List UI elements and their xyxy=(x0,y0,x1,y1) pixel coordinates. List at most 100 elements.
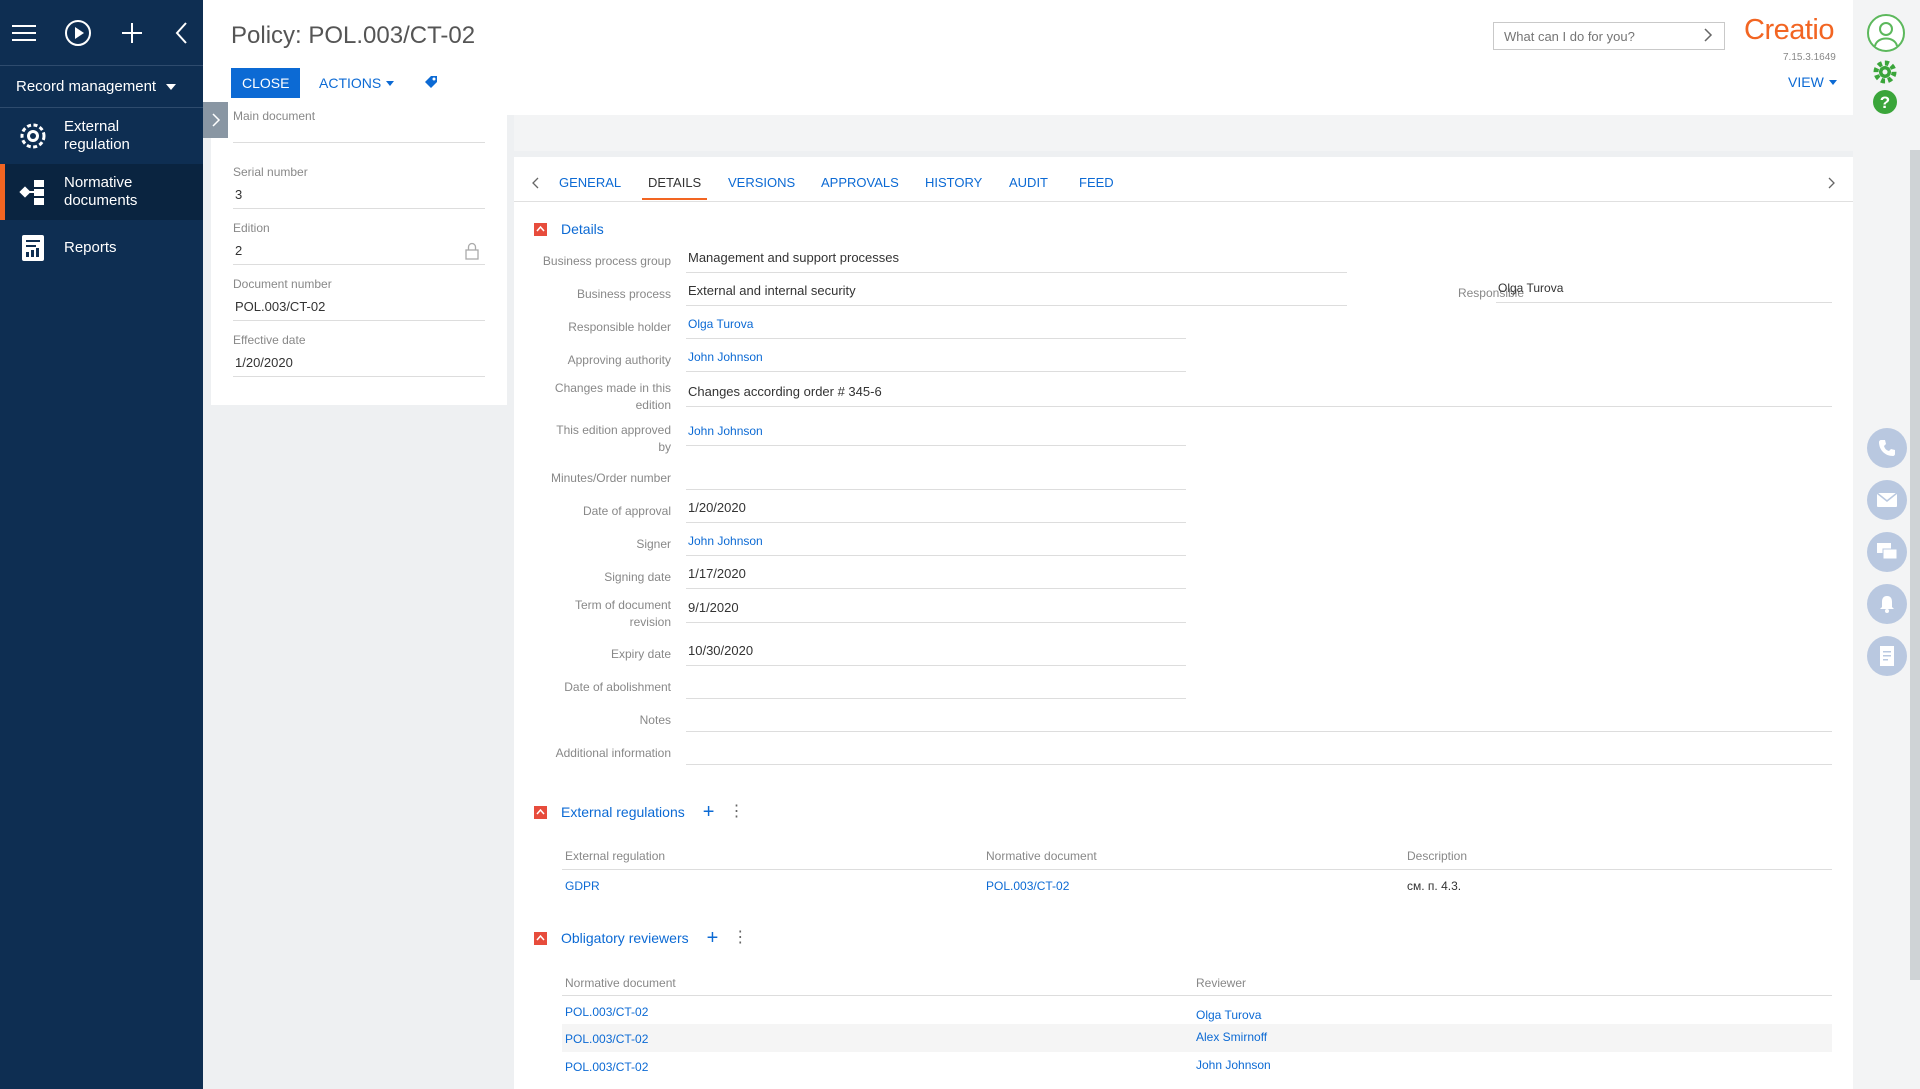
abolishment-label: Date of abolishment xyxy=(564,680,671,694)
bp-group-field[interactable]: Management and support processes xyxy=(686,247,1347,273)
chevron-left-icon[interactable] xyxy=(532,177,540,192)
grid-cell-document[interactable]: POL.003/CT-02 xyxy=(565,1060,648,1074)
chevron-right-icon[interactable] xyxy=(1827,177,1835,192)
holder-field[interactable]: Olga Turova xyxy=(686,313,1186,339)
tab-history[interactable]: HISTORY xyxy=(925,175,982,190)
feed-document-icon[interactable] xyxy=(1867,636,1907,676)
page-title: Policy: POL.003/CT-02 xyxy=(231,22,476,49)
search-input[interactable] xyxy=(1493,22,1725,50)
signing-date-field[interactable]: 1/17/2020 xyxy=(686,563,1186,589)
tab-feed[interactable]: FEED xyxy=(1079,175,1114,190)
more-options-icon[interactable]: ⋮ xyxy=(732,930,748,946)
actions-label: ACTIONS xyxy=(319,75,382,91)
add-icon[interactable]: + xyxy=(703,802,715,822)
nav-item-external-regulation[interactable]: External regulation xyxy=(0,108,203,164)
column-header[interactable]: Description xyxy=(1407,849,1467,863)
notes-field[interactable] xyxy=(686,706,1832,732)
main-document-field[interactable] xyxy=(233,119,485,143)
grid-cell-regulation[interactable]: GDPR xyxy=(565,879,600,893)
collapse-toggle-icon[interactable] xyxy=(534,931,547,945)
revision-label: Term of document revision xyxy=(574,598,671,629)
tab-versions[interactable]: VERSIONS xyxy=(728,175,795,190)
changes-label: Changes made in this edition xyxy=(554,381,671,412)
serial-number-field[interactable]: 3 xyxy=(233,185,485,209)
revision-field[interactable]: 9/1/2020 xyxy=(686,597,1186,623)
run-process-icon[interactable] xyxy=(64,19,92,47)
grid-cell-document[interactable]: POL.003/CT-02 xyxy=(986,879,1069,893)
signer-field[interactable]: John Johnson xyxy=(686,530,1186,556)
grid-cell-document[interactable]: POL.003/CT-02 xyxy=(565,1005,648,1019)
more-options-icon[interactable]: ⋮ xyxy=(728,804,744,820)
additional-info-field[interactable] xyxy=(686,739,1832,765)
holder-label: Responsible holder xyxy=(568,320,671,334)
approval-date-field[interactable]: 1/20/2020 xyxy=(686,497,1186,523)
lock-icon xyxy=(464,242,480,263)
add-icon[interactable] xyxy=(120,19,144,47)
divider xyxy=(562,995,1832,996)
hamburger-menu-icon[interactable] xyxy=(12,19,36,47)
responsible-field[interactable]: Olga Turova xyxy=(1496,277,1832,303)
chevron-down-icon xyxy=(386,80,395,86)
abolishment-field[interactable] xyxy=(686,673,1186,699)
left-navigation: Record management External regulation Nor… xyxy=(0,0,203,1089)
document-number-field[interactable]: POL.003/CT-02 xyxy=(233,297,485,321)
minutes-field[interactable] xyxy=(686,464,1186,490)
tab-general[interactable]: GENERAL xyxy=(559,175,621,190)
chat-icon[interactable] xyxy=(1867,532,1907,572)
settings-gear-icon[interactable] xyxy=(1871,58,1899,89)
tab-audit[interactable]: AUDIT xyxy=(1009,175,1048,190)
ext-regs-section-header: External regulations + ⋮ xyxy=(534,802,744,822)
page-header: Policy: POL.003/CT-02 CLOSE ACTIONS Crea… xyxy=(203,0,1853,115)
workplace-label: Record management xyxy=(16,78,157,95)
collapse-toggle-icon[interactable] xyxy=(534,222,547,236)
add-icon[interactable]: + xyxy=(707,928,719,948)
column-header[interactable]: Normative document xyxy=(565,976,676,990)
effective-date-label: Effective date xyxy=(233,333,306,347)
collapse-menu-icon[interactable] xyxy=(172,19,191,47)
gear-shield-icon xyxy=(18,121,48,151)
section-title: External regulations xyxy=(561,804,685,820)
grid-cell-reviewer[interactable]: Alex Smirnoff xyxy=(1196,1030,1267,1044)
page-scrollbar[interactable] xyxy=(1910,150,1920,980)
expiry-label: Expiry date xyxy=(610,647,671,661)
view-button[interactable]: VIEW xyxy=(1788,74,1837,90)
actions-button[interactable]: ACTIONS xyxy=(315,68,398,98)
workplace-selector[interactable]: Record management xyxy=(0,66,203,108)
collapse-panel-handle[interactable] xyxy=(203,102,228,138)
authority-field[interactable]: John Johnson xyxy=(686,346,1186,372)
reviewers-section-header: Obligatory reviewers + ⋮ xyxy=(534,928,748,948)
phone-icon[interactable] xyxy=(1867,428,1907,468)
collapse-toggle-icon[interactable] xyxy=(534,805,547,819)
signing-date-label: Signing date xyxy=(604,570,671,584)
divider xyxy=(562,869,1832,870)
notes-label: Notes xyxy=(639,713,671,727)
nav-item-normative-documents[interactable]: Normative documents xyxy=(0,164,203,220)
help-icon[interactable]: ? xyxy=(1871,88,1899,119)
expiry-field[interactable]: 10/30/2020 xyxy=(686,640,1186,666)
notification-bell-icon[interactable] xyxy=(1867,584,1907,624)
tab-approvals[interactable]: APPROVALS xyxy=(821,175,899,190)
grid-cell-reviewer[interactable]: Olga Turova xyxy=(1196,1008,1261,1022)
bp-field[interactable]: External and internal security xyxy=(686,280,1347,306)
column-header[interactable]: Reviewer xyxy=(1196,976,1246,990)
bp-label: Business process xyxy=(576,287,671,301)
tab-details[interactable]: DETAILS xyxy=(641,175,708,200)
creatio-logo: Creatio xyxy=(1744,14,1835,46)
column-header[interactable]: Normative document xyxy=(986,849,1097,863)
grid-cell-reviewer[interactable]: John Johnson xyxy=(1196,1058,1271,1072)
tag-icon[interactable] xyxy=(423,74,439,93)
additional-info-label: Additional information xyxy=(555,746,671,760)
email-icon[interactable] xyxy=(1867,480,1907,520)
column-header[interactable]: External regulation xyxy=(565,849,665,863)
effective-date-field[interactable]: 1/20/2020 xyxy=(233,353,485,377)
chevron-right-icon[interactable] xyxy=(1703,28,1713,45)
user-avatar-icon[interactable] xyxy=(1867,14,1905,52)
nav-item-reports[interactable]: Reports xyxy=(0,220,203,276)
changes-field[interactable]: Changes according order # 345-6 xyxy=(686,381,1832,407)
section-title: Obligatory reviewers xyxy=(561,930,689,946)
nav-item-label: External regulation xyxy=(64,118,130,153)
details-section-header[interactable]: Details xyxy=(534,221,604,237)
close-button[interactable]: CLOSE xyxy=(231,68,301,98)
approved-by-field[interactable]: John Johnson xyxy=(686,420,1186,446)
grid-cell-document[interactable]: POL.003/CT-02 xyxy=(565,1032,648,1046)
